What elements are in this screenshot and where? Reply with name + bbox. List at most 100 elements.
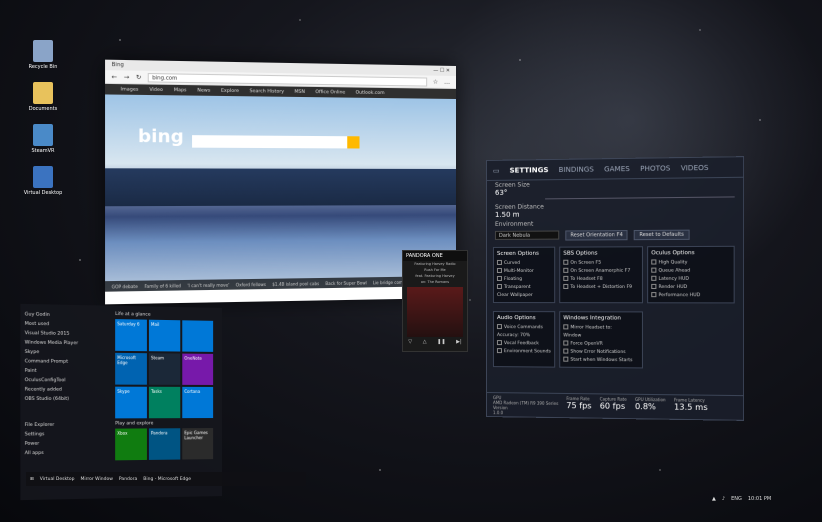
tab-photos[interactable]: PHOTOS: [640, 164, 670, 173]
checkbox-environment-sounds[interactable]: Environment Sounds: [496, 348, 551, 356]
start-menu[interactable]: Guy Godin Most used Visual Studio 2015 W…: [20, 303, 223, 501]
forward-icon[interactable]: →: [124, 73, 130, 80]
radio-anamorphic[interactable]: On Screen Anamorphic F7: [563, 267, 639, 276]
thumbs-down-icon[interactable]: ▽: [408, 339, 412, 349]
tile-blank[interactable]: [182, 320, 214, 352]
desktop-icon-documents[interactable]: Documents: [22, 82, 64, 112]
network-icon[interactable]: ▲: [712, 496, 716, 502]
taskbar-item[interactable]: Pandora: [119, 477, 137, 482]
nav-link[interactable]: Maps: [174, 88, 187, 93]
nav-link[interactable]: Explore: [221, 88, 239, 93]
thumbs-up-icon[interactable]: △: [423, 339, 427, 349]
browser-tab[interactable]: Bing: [112, 62, 124, 69]
desktop-icon-steamvr[interactable]: SteamVR: [22, 124, 64, 154]
nav-link[interactable]: Search History: [249, 89, 284, 95]
app-list-item[interactable]: OBS Studio (64bit): [25, 395, 107, 404]
address-bar[interactable]: bing.com: [147, 72, 427, 87]
news-item[interactable]: Back for Super Bowl: [325, 280, 366, 286]
screen-size-slider[interactable]: Screen Size 63°: [487, 178, 743, 203]
tile-xbox[interactable]: Xbox: [115, 428, 147, 461]
nav-link[interactable]: Video: [149, 87, 163, 92]
radio-on-screen[interactable]: On Screen F5: [563, 259, 639, 267]
checkbox-performance-hud[interactable]: Performance HUD: [651, 292, 730, 300]
screen-distance-slider[interactable]: Screen Distance 1.50 m: [487, 200, 743, 220]
tab-bindings[interactable]: BINDINGS: [559, 165, 594, 174]
tile-onenote[interactable]: OneNote: [182, 353, 214, 385]
all-apps-item[interactable]: All apps: [25, 448, 107, 458]
stat-capture-rate: Capture Rate 60 fps: [599, 396, 627, 411]
taskbar-item[interactable]: Bing - Microsoft Edge: [143, 477, 191, 482]
news-item[interactable]: $1.4B island pool cabs: [272, 281, 319, 287]
clock[interactable]: 10:01 PM: [748, 496, 771, 502]
app-list-item[interactable]: OculusConfigTool: [25, 376, 107, 386]
favorites-icon[interactable]: ☆: [433, 78, 438, 85]
pandora-brand: PANDORA ONE: [403, 251, 467, 261]
screen-options: Screen Options Curved Multi-Monitor Floa…: [492, 246, 556, 304]
tab-videos[interactable]: VIDEOS: [681, 163, 709, 172]
checkbox-high-quality[interactable]: High Quality: [651, 259, 730, 267]
tab-games[interactable]: GAMES: [604, 164, 630, 172]
audio-options: Audio Options Voice Commands Accuracy: 7…: [492, 311, 556, 368]
nav-link[interactable]: MSN: [294, 89, 305, 94]
folder-icon: [33, 82, 53, 104]
tile-edge[interactable]: Microsoft Edge: [115, 352, 147, 385]
file-explorer-item[interactable]: File Explorer: [25, 420, 107, 430]
taskbar-item[interactable]: Mirror Window: [80, 477, 112, 482]
pandora-controls: ▽ △ ❚❚ ▶|: [403, 339, 467, 349]
desktop-icon-virtual-desktop[interactable]: Virtual Desktop: [22, 166, 64, 196]
back-icon[interactable]: ←: [112, 73, 118, 80]
checkbox-queue-ahead[interactable]: Queue Ahead: [651, 267, 730, 275]
search-input[interactable]: [192, 135, 348, 149]
reset-orientation-button[interactable]: Reset Orientation F4: [565, 230, 629, 241]
environment-dropdown[interactable]: Dark Nebula: [494, 230, 560, 240]
news-item[interactable]: Oxford fellows: [236, 281, 266, 287]
menu-icon[interactable]: …: [444, 78, 450, 85]
checkbox-multi-monitor[interactable]: Multi-Monitor: [496, 267, 551, 276]
tile-mail[interactable]: Mail: [148, 319, 181, 352]
checkbox-floating[interactable]: Floating: [496, 275, 551, 284]
tab-settings[interactable]: SETTINGS: [510, 166, 549, 175]
tile-tasks[interactable]: Tasks: [148, 386, 181, 419]
search-button[interactable]: [347, 136, 360, 149]
checkbox-curved[interactable]: Curved: [496, 259, 551, 268]
tile-epic[interactable]: Epic Games Launcher: [182, 428, 214, 460]
checkbox-latency-hud[interactable]: Latency HUD: [651, 275, 730, 284]
taskbar-item[interactable]: Virtual Desktop: [40, 477, 75, 482]
virtual-desktop-settings[interactable]: ▭ SETTINGS BINDINGS GAMES PHOTOS VIDEOS …: [486, 156, 745, 421]
checkbox-render-hud[interactable]: Render HUD: [651, 283, 730, 292]
nav-link[interactable]: Images: [120, 87, 138, 93]
pause-icon[interactable]: ❚❚: [437, 339, 445, 349]
tile-steam[interactable]: Steam: [148, 353, 181, 385]
volume-icon[interactable]: ♪: [722, 496, 725, 502]
radio-headset-distortion[interactable]: To Headset + Distortion F9: [563, 283, 639, 292]
checkbox-start-with-windows[interactable]: Start when Windows Starts: [563, 356, 639, 366]
tile-area: Life at a glance Saturday 6 Mail Microso…: [115, 312, 220, 461]
nav-link[interactable]: Outlook.com: [355, 90, 384, 95]
steamvr-icon: [33, 124, 53, 146]
window-controls[interactable]: — ☐ ✕: [433, 68, 450, 74]
app-list-item[interactable]: Paint: [25, 367, 107, 377]
refresh-icon[interactable]: ↻: [136, 73, 141, 80]
recycle-bin-icon: [33, 40, 53, 62]
reset-defaults-button[interactable]: Reset to Defaults: [634, 229, 690, 241]
app-list-item[interactable]: Command Prompt: [25, 357, 107, 367]
nav-link[interactable]: Office Online: [315, 90, 345, 96]
desktop-icon-recycle-bin[interactable]: Recycle Bin: [22, 40, 64, 70]
windows-start-icon[interactable]: ⊞: [30, 477, 34, 482]
news-item[interactable]: 'I can't really move': [187, 282, 229, 288]
skip-icon[interactable]: ▶|: [456, 339, 462, 349]
tile-cortana[interactable]: Cortana: [182, 386, 214, 419]
checkbox-voice-commands[interactable]: Voice Commands: [496, 324, 551, 332]
radio-to-headset[interactable]: To Headset F8: [563, 275, 639, 284]
tile-skype[interactable]: Skype: [115, 386, 147, 419]
tile-calendar[interactable]: Saturday 6: [115, 319, 147, 352]
clear-wallpaper-button[interactable]: Clear Wallpaper: [497, 292, 551, 300]
pandora-window[interactable]: PANDORA ONE Featuring Harvey Radio Rush …: [402, 250, 468, 352]
start-menu-left: Guy Godin Most used Visual Studio 2015 W…: [20, 304, 111, 500]
checkbox-transparent[interactable]: Transparent: [496, 283, 551, 292]
language-indicator[interactable]: ENG: [731, 496, 742, 502]
tile-pandora[interactable]: Pandora: [148, 428, 181, 460]
news-item[interactable]: Family of 6 killed: [144, 283, 181, 289]
news-item[interactable]: GOP debate: [112, 283, 138, 289]
nav-link[interactable]: News: [197, 88, 210, 93]
